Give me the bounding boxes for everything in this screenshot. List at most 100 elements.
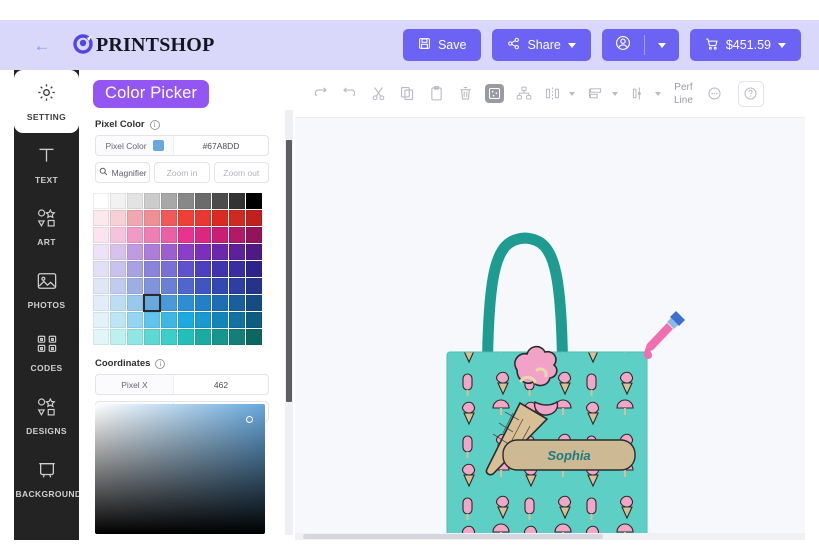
palette-swatch[interactable]: [178, 261, 194, 277]
panel-scrollbar[interactable]: [285, 110, 293, 535]
info-icon[interactable]: i: [149, 119, 160, 130]
pixel-x-field[interactable]: Pixel X 462: [95, 374, 269, 395]
account-dropdown-button[interactable]: [645, 29, 679, 61]
palette-swatch[interactable]: [246, 193, 262, 209]
palette-swatch[interactable]: [127, 193, 143, 209]
palette-swatch[interactable]: [212, 227, 228, 243]
palette-swatch[interactable]: [161, 244, 177, 260]
palette-swatch[interactable]: [127, 278, 143, 294]
copy-icon[interactable]: [394, 79, 421, 109]
palette-swatch[interactable]: [195, 278, 211, 294]
palette-swatch[interactable]: [195, 193, 211, 209]
palette-swatch[interactable]: [229, 278, 245, 294]
palette-swatch[interactable]: [229, 210, 245, 226]
palette-swatch[interactable]: [144, 278, 160, 294]
palette-swatch[interactable]: [212, 329, 228, 345]
palette-swatch[interactable]: [161, 312, 177, 328]
gradient-handle[interactable]: [246, 416, 253, 423]
brand-logo[interactable]: PRINTSHOP: [72, 34, 214, 57]
palette-swatch[interactable]: [127, 227, 143, 243]
palette-swatch[interactable]: [93, 210, 109, 226]
undo-icon[interactable]: [336, 79, 363, 109]
align-vertical-icon[interactable]: [582, 79, 609, 109]
palette-swatch[interactable]: [246, 244, 262, 260]
palette-swatch[interactable]: [246, 312, 262, 328]
palette-swatch[interactable]: [127, 329, 143, 345]
palette-swatch[interactable]: [161, 278, 177, 294]
account-button[interactable]: [602, 29, 644, 61]
palette-swatch[interactable]: [144, 244, 160, 260]
palette-swatch[interactable]: [127, 210, 143, 226]
palette-swatch[interactable]: [212, 261, 228, 277]
cart-button[interactable]: $451.59: [689, 29, 801, 61]
palette-swatch[interactable]: [195, 295, 211, 311]
canvas-scrollbar-thumb[interactable]: [303, 534, 603, 539]
palette-swatch[interactable]: [212, 210, 228, 226]
palette-swatch[interactable]: [110, 295, 126, 311]
palette-swatch[interactable]: [161, 329, 177, 345]
palette-swatch[interactable]: [161, 261, 177, 277]
zoom-in-button[interactable]: Zoom in: [154, 162, 210, 183]
palette-swatch[interactable]: [246, 278, 262, 294]
sidebar-item-setting[interactable]: SETTING: [14, 70, 79, 133]
align-horizontal-icon[interactable]: [539, 79, 566, 109]
info-icon[interactable]: i: [155, 358, 166, 369]
palette-swatch[interactable]: [93, 227, 109, 243]
palette-swatch[interactable]: [144, 193, 160, 209]
saturation-value-gradient[interactable]: [95, 404, 265, 534]
palette-swatch[interactable]: [93, 278, 109, 294]
palette-swatch[interactable]: [212, 312, 228, 328]
palette-swatch[interactable]: [93, 312, 109, 328]
panel-scrollbar-thumb[interactable]: [286, 140, 292, 402]
palette-swatch[interactable]: [178, 244, 194, 260]
palette-swatch[interactable]: [110, 312, 126, 328]
pixel-color-swatch[interactable]: [152, 140, 164, 151]
palette-swatch[interactable]: [144, 261, 160, 277]
palette-swatch[interactable]: [143, 294, 161, 312]
palette-swatch[interactable]: [195, 312, 211, 328]
palette-swatch[interactable]: [212, 193, 228, 209]
palette-swatch[interactable]: [110, 278, 126, 294]
palette-swatch[interactable]: [144, 227, 160, 243]
back-arrow-icon[interactable]: ←: [32, 35, 52, 55]
palette-swatch[interactable]: [229, 295, 245, 311]
chevron-down-icon[interactable]: [612, 91, 618, 96]
palette-swatch[interactable]: [93, 261, 109, 277]
palette-swatch[interactable]: [229, 193, 245, 209]
save-button[interactable]: Save: [402, 29, 482, 61]
sidebar-item-designs[interactable]: DESIGNS: [14, 385, 79, 448]
palette-swatch[interactable]: [246, 227, 262, 243]
palette-swatch[interactable]: [93, 244, 109, 260]
palette-swatch[interactable]: [144, 329, 160, 345]
pattern-fill-icon[interactable]: [481, 79, 508, 109]
palette-swatch[interactable]: [246, 295, 262, 311]
palette-swatch[interactable]: [195, 244, 211, 260]
palette-swatch[interactable]: [144, 210, 160, 226]
pixel-color-hex-value[interactable]: #67A8DD: [174, 136, 268, 155]
palette-swatch[interactable]: [178, 329, 194, 345]
palette-swatch[interactable]: [127, 312, 143, 328]
palette-swatch[interactable]: [246, 329, 262, 345]
palette-swatch[interactable]: [246, 261, 262, 277]
group-objects-icon[interactable]: [510, 79, 537, 109]
palette-swatch[interactable]: [178, 295, 194, 311]
palette-swatch[interactable]: [93, 295, 109, 311]
palette-swatch[interactable]: [161, 295, 177, 311]
palette-swatch[interactable]: [110, 193, 126, 209]
palette-swatch[interactable]: [110, 244, 126, 260]
palette-swatch[interactable]: [195, 210, 211, 226]
palette-swatch[interactable]: [110, 329, 126, 345]
canvas-horizontal-scrollbar[interactable]: [295, 533, 805, 540]
help-question-icon[interactable]: [737, 80, 764, 107]
palette-swatch[interactable]: [178, 227, 194, 243]
palette-swatch[interactable]: [93, 329, 109, 345]
chevron-down-icon[interactable]: [569, 91, 575, 96]
sidebar-item-photos[interactable]: PHOTOS: [14, 259, 79, 322]
palette-swatch[interactable]: [195, 227, 211, 243]
palette-swatch[interactable]: [229, 312, 245, 328]
palette-swatch[interactable]: [195, 329, 211, 345]
zoom-out-button[interactable]: Zoom out: [213, 162, 269, 183]
trash-delete-icon[interactable]: [452, 79, 479, 109]
pixel-color-field[interactable]: Pixel Color #67A8DD: [95, 135, 269, 156]
share-button[interactable]: Share: [492, 29, 591, 61]
